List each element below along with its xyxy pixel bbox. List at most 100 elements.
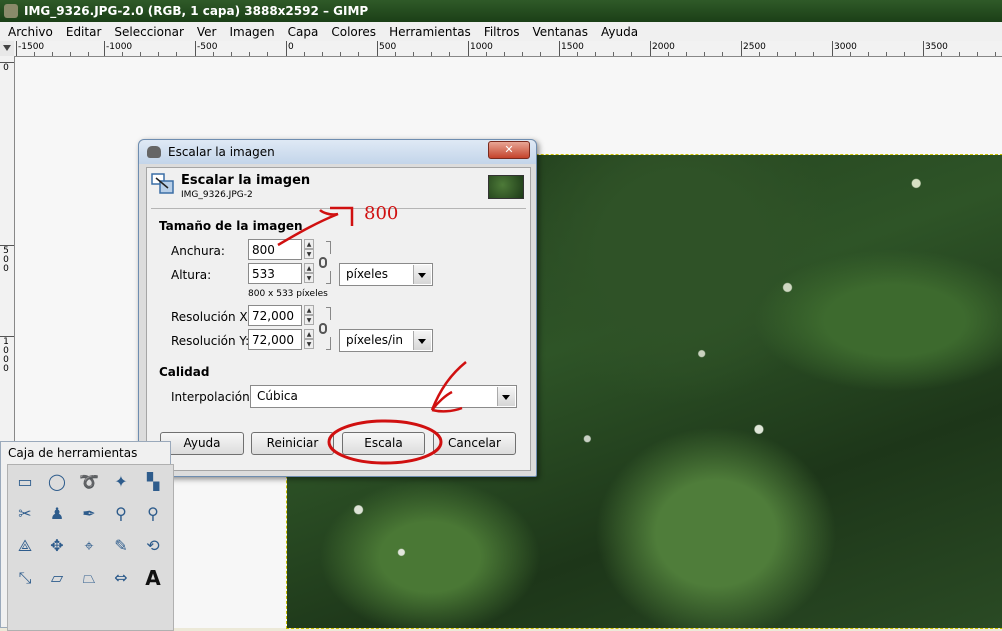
zoom-icon[interactable]: ⚲ xyxy=(142,503,164,525)
spin-up-icon[interactable]: ▲ xyxy=(304,263,314,273)
scissors-icon[interactable]: ✂ xyxy=(14,503,36,525)
spin-down-icon[interactable]: ▼ xyxy=(304,315,314,325)
chevron-down-icon[interactable] xyxy=(413,265,431,284)
dialog-titlebar[interactable]: Escalar la imagen ✕ xyxy=(139,140,536,164)
color-select-icon[interactable]: ▚ xyxy=(142,471,164,493)
ruler-minor-tick xyxy=(486,52,487,56)
ruler-minor-tick xyxy=(704,52,705,56)
menu-item-10[interactable]: Ayuda xyxy=(593,25,643,39)
resolution-y-label: Resolución Y: xyxy=(171,334,250,348)
shear-icon[interactable]: ▱ xyxy=(46,567,68,589)
dialog-header-title: Escalar la imagen xyxy=(181,173,311,188)
chain-bracket-top xyxy=(326,241,331,254)
size-chain-button[interactable] xyxy=(318,241,331,285)
measure-icon[interactable]: ⟁ xyxy=(14,535,36,557)
height-spinner[interactable]: ▲ ▼ xyxy=(304,263,314,284)
resolution-y-spinner[interactable]: ▲ ▼ xyxy=(304,329,314,350)
spin-down-icon[interactable]: ▼ xyxy=(304,273,314,283)
window-titlebar[interactable]: IMG_9326.JPG-2.0 (RGB, 1 capa) 3888x2592… xyxy=(0,0,1002,22)
ruler-minor-tick xyxy=(850,52,851,56)
spin-down-icon[interactable]: ▼ xyxy=(304,249,314,259)
spin-up-icon[interactable]: ▲ xyxy=(304,305,314,315)
resolution-x-label: Resolución X: xyxy=(171,310,252,324)
width-spinner[interactable]: ▲ ▼ xyxy=(304,239,314,260)
ruler-minor-tick xyxy=(722,52,723,56)
ruler-vertical-label-char: 0 xyxy=(3,63,9,73)
crop-icon[interactable]: ✎ xyxy=(110,535,132,557)
menu-item-8[interactable]: Filtros xyxy=(476,25,525,39)
header-separator xyxy=(151,208,526,209)
rotate-icon[interactable]: ⟲ xyxy=(142,535,164,557)
ruler-major-tick xyxy=(104,41,105,56)
rect-select-icon[interactable]: ▭ xyxy=(14,471,36,493)
interpolation-select[interactable]: Cúbica xyxy=(250,385,517,408)
ruler-minor-tick xyxy=(140,52,141,56)
menu-item-0[interactable]: Archivo xyxy=(0,25,58,39)
size-unit-select[interactable]: píxeles xyxy=(339,263,433,286)
menu-item-9[interactable]: Ventanas xyxy=(524,25,593,39)
cancel-button[interactable]: Cancelar xyxy=(433,432,516,455)
reset-button[interactable]: Reiniciar xyxy=(251,432,334,455)
ruler-label: 2000 xyxy=(652,42,675,52)
help-button[interactable]: Ayuda xyxy=(160,432,244,455)
align-icon[interactable]: ⌖ xyxy=(78,535,100,557)
ruler-label: 3500 xyxy=(925,42,948,52)
ruler-label: -1000 xyxy=(106,42,133,52)
magic-wand-icon[interactable]: ✦ xyxy=(110,471,132,493)
ruler-label: 0 xyxy=(288,42,294,52)
resolution-chain-button[interactable] xyxy=(318,307,331,351)
scale-icon[interactable]: ⤡ xyxy=(14,567,36,589)
quality-section-title: Calidad xyxy=(159,365,210,379)
image-thumbnail xyxy=(488,175,524,199)
resolution-x-spinner[interactable]: ▲ ▼ xyxy=(304,305,314,326)
menu-item-2[interactable]: Seleccionar xyxy=(106,25,188,39)
ruler-minor-tick xyxy=(941,52,942,56)
ruler-minor-tick xyxy=(868,52,869,56)
text-icon[interactable]: A xyxy=(142,567,164,589)
spin-up-icon[interactable]: ▲ xyxy=(304,329,314,339)
horizontal-ruler[interactable]: -1500 -1000 -500 0 500 1000 1500 2000 2500 3000 35… xyxy=(14,41,1002,57)
menu-item-5[interactable]: Capa xyxy=(280,25,324,39)
chevron-down-icon[interactable] xyxy=(497,387,515,406)
ruler-minor-tick xyxy=(777,52,778,56)
menu-item-1[interactable]: Editar xyxy=(58,25,107,39)
window-title: IMG_9326.JPG-2.0 (RGB, 1 capa) 3888x2592… xyxy=(24,4,369,18)
ruler-minor-tick xyxy=(977,52,978,56)
foreground-select-icon[interactable]: ♟ xyxy=(46,503,68,525)
perspective-icon[interactable]: ⏢ xyxy=(78,567,100,589)
resolution-y-input[interactable]: 72,000 xyxy=(248,329,302,350)
menu-item-6[interactable]: Colores xyxy=(323,25,381,39)
ruler-corner[interactable] xyxy=(0,41,15,57)
spin-up-icon[interactable]: ▲ xyxy=(304,239,314,249)
chevron-down-icon[interactable] xyxy=(413,331,431,350)
scale-button[interactable]: Escala xyxy=(342,432,425,455)
ruler-minor-tick xyxy=(267,52,268,56)
resolution-unit-value: píxeles/in xyxy=(346,333,404,347)
ruler-major-tick xyxy=(832,41,833,56)
lasso-icon[interactable]: ➰ xyxy=(78,471,100,493)
chain-bracket-bottom xyxy=(326,337,331,350)
ellipse-select-icon[interactable]: ◯ xyxy=(46,471,68,493)
color-picker-icon[interactable]: ⚲ xyxy=(110,503,132,525)
spin-down-icon[interactable]: ▼ xyxy=(304,339,314,349)
flip-icon[interactable]: ⇔ xyxy=(110,567,132,589)
paths-icon[interactable]: ✒ xyxy=(78,503,100,525)
height-input[interactable]: 533 xyxy=(248,263,302,284)
menu-item-7[interactable]: Herramientas xyxy=(381,25,476,39)
ruler-major-tick xyxy=(195,41,196,56)
resolution-unit-select[interactable]: píxeles/in xyxy=(339,329,433,352)
ruler-minor-tick xyxy=(52,52,53,56)
dialog-body: Escalar la imagen IMG_9326.JPG-2 Tamaño … xyxy=(146,167,531,471)
menu-item-3[interactable]: Ver xyxy=(189,25,222,39)
width-input[interactable]: 800 xyxy=(248,239,302,260)
chain-bracket-top xyxy=(326,307,331,320)
ruler-minor-tick xyxy=(449,52,450,56)
menu-item-4[interactable]: Imagen xyxy=(221,25,279,39)
ruler-major-tick xyxy=(286,41,287,56)
move-icon[interactable]: ✥ xyxy=(46,535,68,557)
ruler-vertical-label-char: 0 xyxy=(3,264,9,274)
ruler-vertical-label-char: 0 xyxy=(3,364,9,374)
resolution-x-input[interactable]: 72,000 xyxy=(248,305,302,326)
close-button[interactable]: ✕ xyxy=(488,141,530,159)
ruler-minor-tick xyxy=(504,52,505,56)
